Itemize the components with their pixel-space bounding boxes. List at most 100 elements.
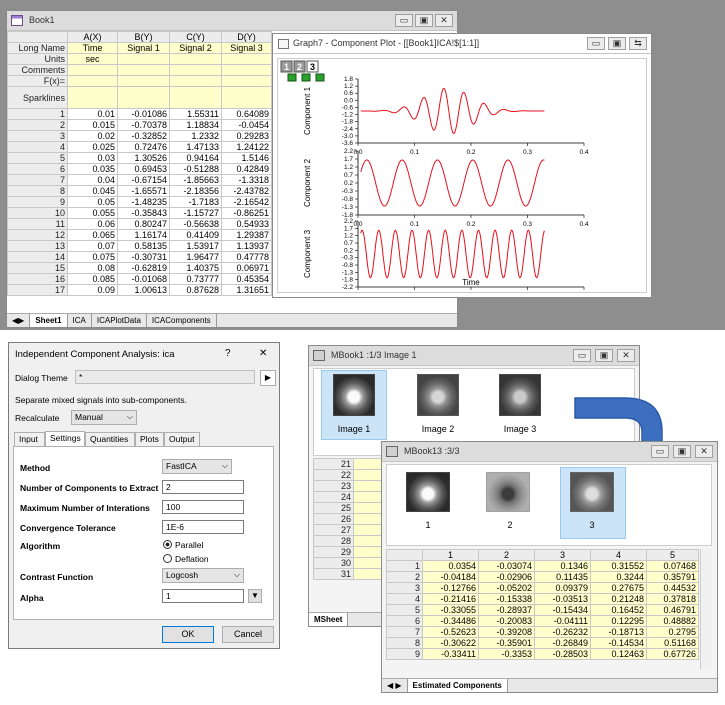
row-header[interactable]: 6 [7,163,68,175]
row-header[interactable]: 17 [7,284,68,296]
row-header[interactable]: 3 [7,130,68,142]
close-button[interactable]: ✕ [617,349,635,362]
restore-button[interactable]: ⇆ [629,37,647,50]
component-1-thumbnail[interactable] [406,472,450,512]
data-cell[interactable]: 0.035 [67,163,118,175]
deflation-radio[interactable] [163,554,172,563]
row-header[interactable]: 8 [7,185,68,197]
data-cell[interactable]: 1.47133 [169,141,222,153]
graph7-titlebar[interactable]: Graph7 - Component Plot - [[Book1]ICA!$[… [273,34,651,54]
image-1-thumbnail[interactable] [333,374,375,416]
data-cell[interactable]: 0.37818 [646,593,699,605]
data-cell[interactable]: 0.12295 [590,615,647,627]
label-cell[interactable]: Signal 1 [117,42,170,54]
row-header[interactable]: 15 [7,262,68,274]
theme-menu-button[interactable]: ▶ [260,370,276,386]
data-cell[interactable]: -0.52623 [422,626,479,638]
row-header[interactable]: 9 [386,648,423,660]
msheet-tab[interactable]: MSheet [309,613,349,626]
close-button[interactable]: ✕ [435,14,453,27]
component-3-thumbnail[interactable] [570,472,614,512]
data-cell[interactable]: -0.26849 [534,637,591,649]
book1-titlebar[interactable]: Book1 ▭ ▣ ✕ [7,11,457,31]
sheet-nav-icon[interactable]: ◀▶ [7,314,31,327]
data-cell[interactable]: 0.42849 [221,163,272,175]
row-header[interactable]: 2 [386,571,423,583]
label-cell[interactable] [221,53,272,65]
data-cell[interactable]: -2.18356 [169,185,222,197]
data-cell[interactable]: 0.51168 [646,637,699,649]
data-cell[interactable]: 0.12463 [590,648,647,660]
data-cell[interactable]: 0.45354 [221,273,272,285]
column-header[interactable]: C(Y) [169,31,222,43]
sheet-tab[interactable]: ICA [68,314,92,327]
method-select[interactable]: FastICA ⌵ [162,459,232,474]
row-header[interactable]: 21 [313,458,354,470]
data-cell[interactable]: -0.15338 [478,593,535,605]
data-cell[interactable]: 0.06971 [221,262,272,274]
data-cell[interactable]: -0.67154 [117,174,170,186]
data-cell[interactable]: -0.39208 [478,626,535,638]
label-cell[interactable] [221,64,272,76]
sparkline-cell[interactable] [221,86,272,109]
data-cell[interactable]: 1.30526 [117,152,170,164]
label-cell[interactable]: sec [67,53,118,65]
maxiter-input[interactable]: 100 [162,500,244,514]
label-cell[interactable] [221,75,272,87]
row-header[interactable]: 5 [386,604,423,616]
image-3-thumbnail[interactable] [499,374,541,416]
data-cell[interactable]: 0.44532 [646,582,699,594]
tab-quantities[interactable]: Quantities [85,432,135,446]
data-cell[interactable]: 0.46791 [646,604,699,616]
minimize-button[interactable]: ▭ [651,445,669,458]
data-cell[interactable]: -0.03074 [478,560,535,572]
data-cell[interactable]: 0.07468 [646,560,699,572]
row-header[interactable]: 31 [313,568,354,580]
data-cell[interactable]: 0.01 [67,108,118,120]
data-cell[interactable]: 0.27675 [590,582,647,594]
data-cell[interactable]: 0.085 [67,273,118,285]
ncomp-input[interactable]: 2 [162,480,244,494]
data-cell[interactable]: 1.29387 [221,229,272,241]
data-cell[interactable]: 1.55311 [169,108,222,120]
data-cell[interactable]: 0.03 [67,152,118,164]
data-cell[interactable]: 0.055 [67,207,118,219]
data-cell[interactable]: -1.48235 [117,196,170,208]
minimize-button[interactable]: ▭ [395,14,413,27]
data-cell[interactable]: 0.2795 [646,626,699,638]
data-cell[interactable]: 1.2332 [169,130,222,142]
data-cell[interactable]: 0.41409 [169,229,222,241]
row-header[interactable]: 24 [313,491,354,503]
row-header[interactable]: 27 [313,524,354,536]
data-cell[interactable]: 0.1346 [534,560,591,572]
data-cell[interactable]: 0.025 [67,141,118,153]
row-header[interactable]: 14 [7,251,68,263]
data-cell[interactable]: 0.48882 [646,615,699,627]
column-header[interactable]: 5 [646,549,699,561]
estimated-components-tab[interactable]: Estimated Components [407,679,508,692]
tolerance-input[interactable]: 1E-6 [162,520,244,534]
minimize-button[interactable]: ▭ [587,37,605,50]
sheet-tab[interactable]: ICAComponents [147,314,217,327]
data-cell[interactable]: -0.70378 [117,119,170,131]
data-cell[interactable]: 0.075 [67,251,118,263]
row-header[interactable]: 11 [7,218,68,230]
data-cell[interactable]: 0.02 [67,130,118,142]
sparkline-cell[interactable] [67,86,118,109]
label-cell[interactable]: Time [67,42,118,54]
graph7-window[interactable]: Graph7 - Component Plot - [[Book1]ICA!$[… [272,33,652,298]
row-header[interactable]: 25 [313,502,354,514]
data-cell[interactable]: -0.01086 [117,108,170,120]
data-cell[interactable]: -1.3318 [221,174,272,186]
row-header[interactable]: 9 [7,196,68,208]
row-header[interactable]: 1 [386,560,423,572]
data-cell[interactable]: -0.18713 [590,626,647,638]
data-cell[interactable]: 0.21248 [590,593,647,605]
label-cell[interactable]: Signal 2 [169,42,222,54]
dialog-close-button[interactable]: ✕ [259,348,267,359]
maximize-button[interactable]: ▣ [673,445,691,458]
data-cell[interactable]: 0.87628 [169,284,222,296]
data-cell[interactable]: -0.14534 [590,637,647,649]
row-header[interactable]: 13 [7,240,68,252]
data-cell[interactable]: -0.0454 [221,119,272,131]
